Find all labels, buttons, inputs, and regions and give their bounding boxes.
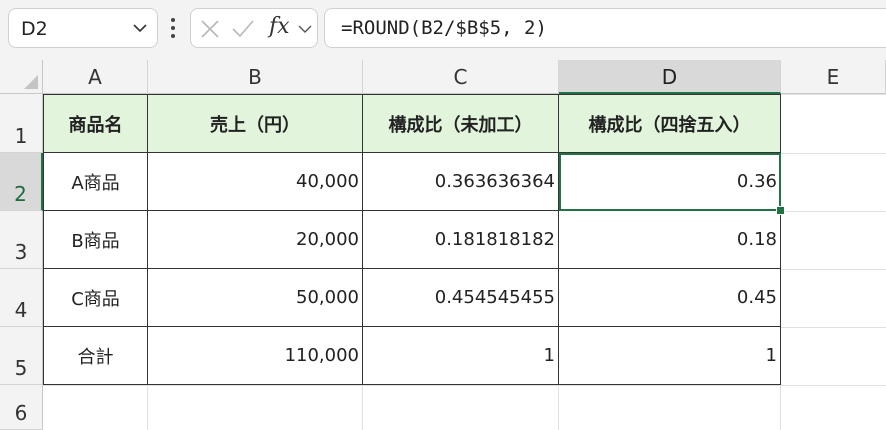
row-header-4[interactable]: 4 [0, 269, 43, 327]
cell-d5[interactable]: 1 [559, 327, 781, 385]
cell-a4[interactable]: C商品 [43, 269, 148, 327]
cell-c4[interactable]: 0.454545455 [363, 269, 559, 327]
column-header-a[interactable]: A [43, 60, 148, 94]
fill-handle[interactable] [776, 206, 785, 215]
cell-a2[interactable]: A商品 [43, 153, 148, 211]
gridline [43, 385, 886, 386]
cell-d4[interactable]: 0.45 [559, 269, 781, 327]
insert-function-icon[interactable]: fx [269, 14, 290, 39]
column-header-c[interactable]: C [363, 60, 559, 94]
chevron-down-icon[interactable] [297, 21, 313, 41]
row-header-2[interactable]: 2 [0, 153, 43, 211]
cell-b3[interactable]: 20,000 [148, 211, 363, 269]
gridline [781, 211, 886, 212]
cell-c1[interactable]: 構成比（未加工） [363, 94, 559, 153]
row-header-3[interactable]: 3 [0, 211, 43, 269]
name-box[interactable]: D2 [8, 8, 158, 48]
cell-d2-active[interactable]: 0.36 [559, 153, 781, 211]
gridline [781, 269, 886, 270]
formula-bar-area: D2 fx =ROUND(B2/$B$5, 2) [0, 0, 886, 60]
more-options-icon[interactable] [169, 16, 177, 44]
formula-controls: fx [190, 8, 318, 48]
cell-b1[interactable]: 売上（円） [148, 94, 363, 153]
gridline [781, 327, 886, 328]
gridline [780, 386, 781, 430]
cancel-icon[interactable] [199, 18, 221, 44]
cell-c3[interactable]: 0.181818182 [363, 211, 559, 269]
cell-b5[interactable]: 110,000 [148, 327, 363, 385]
row-header-6[interactable]: 6 [0, 385, 43, 430]
confirm-check-icon[interactable] [231, 18, 255, 44]
cell-b4[interactable]: 50,000 [148, 269, 363, 327]
cell-b2[interactable]: 40,000 [148, 153, 363, 211]
column-header-b[interactable]: B [148, 60, 363, 94]
name-box-value: D2 [21, 18, 48, 40]
gridline [781, 94, 886, 95]
select-all-corner[interactable] [0, 60, 43, 94]
column-header-d[interactable]: D [559, 60, 781, 94]
row-header-1[interactable]: 1 [0, 94, 43, 153]
cell-a5[interactable]: 合計 [43, 327, 148, 385]
cell-a3[interactable]: B商品 [43, 211, 148, 269]
chevron-down-icon[interactable] [131, 19, 149, 41]
gridline [147, 386, 148, 430]
cell-a1[interactable]: 商品名 [43, 94, 148, 153]
cell-d1[interactable]: 構成比（四捨五入） [559, 94, 781, 153]
cell-c2[interactable]: 0.363636364 [363, 153, 559, 211]
cell-d3[interactable]: 0.18 [559, 211, 781, 269]
formula-text: =ROUND(B2/$B$5, 2) [341, 17, 547, 39]
cell-c5[interactable]: 1 [363, 327, 559, 385]
formula-input[interactable]: =ROUND(B2/$B$5, 2) [324, 8, 886, 48]
gridline [781, 153, 886, 154]
gridline [362, 386, 363, 430]
gridline [558, 386, 559, 430]
column-header-e[interactable]: E [781, 60, 886, 94]
row-header-5[interactable]: 5 [0, 327, 43, 385]
